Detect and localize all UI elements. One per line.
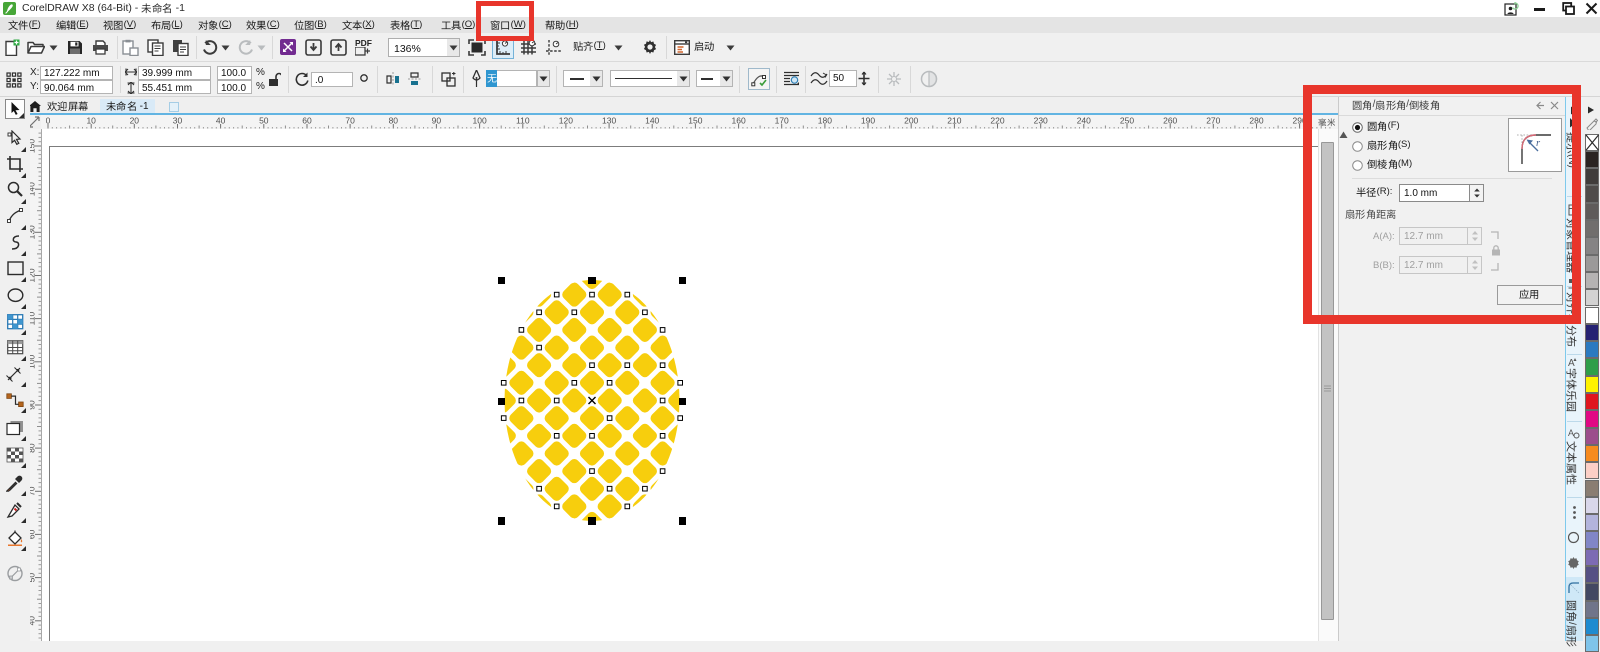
svg-text:110: 110 <box>516 116 530 126</box>
svg-text:150: 150 <box>688 116 702 126</box>
svg-text:200: 200 <box>904 116 918 126</box>
svg-text:160: 160 <box>732 116 746 126</box>
svg-text:80: 80 <box>389 116 399 126</box>
svg-text:220: 220 <box>990 116 1004 126</box>
svg-text:110: 110 <box>30 312 37 326</box>
svg-text:A: A <box>1568 358 1575 368</box>
svg-text:260: 260 <box>1163 116 1177 126</box>
svg-text:20: 20 <box>130 116 140 126</box>
svg-text:30: 30 <box>173 116 183 126</box>
svg-text:210: 210 <box>947 116 961 126</box>
svg-text:A: A <box>1568 428 1574 438</box>
svg-text:70: 70 <box>30 486 37 496</box>
svg-text:190: 190 <box>861 116 875 126</box>
svg-text:120: 120 <box>30 268 37 282</box>
svg-text:40: 40 <box>30 616 37 626</box>
svg-text:40: 40 <box>216 116 226 126</box>
svg-text:140: 140 <box>30 182 37 196</box>
svg-text:230: 230 <box>1034 116 1048 126</box>
svg-text:100: 100 <box>473 116 487 126</box>
svg-text:140: 140 <box>645 116 659 126</box>
svg-text:250: 250 <box>1120 116 1134 126</box>
svg-text:120: 120 <box>559 116 573 126</box>
svg-text:60: 60 <box>30 529 37 539</box>
svg-text:50: 50 <box>30 573 37 583</box>
svg-text:150: 150 <box>30 139 37 153</box>
svg-text:60: 60 <box>302 116 312 126</box>
svg-text:0: 0 <box>46 116 51 126</box>
svg-text:270: 270 <box>1206 116 1220 126</box>
svg-text:90: 90 <box>432 116 442 126</box>
svg-text:180: 180 <box>818 116 832 126</box>
svg-text:80: 80 <box>30 443 37 453</box>
svg-text:170: 170 <box>775 116 789 126</box>
svg-text:10: 10 <box>86 116 96 126</box>
svg-text:240: 240 <box>1077 116 1091 126</box>
svg-text:70: 70 <box>345 116 355 126</box>
svg-text:280: 280 <box>1249 116 1263 126</box>
svg-text:50: 50 <box>259 116 269 126</box>
svg-text:90: 90 <box>30 400 37 410</box>
svg-text:130: 130 <box>602 116 616 126</box>
svg-text:130: 130 <box>30 225 37 239</box>
svg-text:100: 100 <box>30 354 37 368</box>
